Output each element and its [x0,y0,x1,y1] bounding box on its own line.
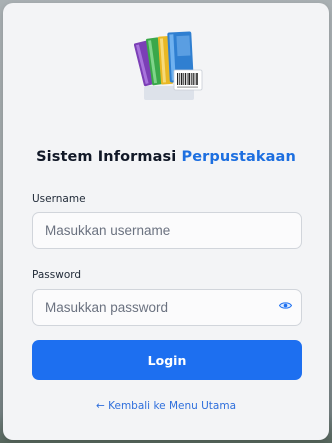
title-prefix: Sistem Informasi [36,149,177,165]
password-label: Password [32,269,82,281]
eye-icon[interactable] [279,301,292,310]
username-label: Username [32,193,86,205]
books-barcode-icon [134,31,203,100]
login-button[interactable]: Login [32,340,302,380]
title-accent: Perpustakaan [181,149,296,165]
back-to-menu-link[interactable]: ← Kembali ke Menu Utama [3,400,329,412]
login-card: Sistem Informasi Perpustakaan Username P… [3,3,329,440]
password-input[interactable] [32,289,302,326]
page-title: Sistem Informasi Perpustakaan [3,149,329,165]
username-input[interactable] [32,212,302,249]
